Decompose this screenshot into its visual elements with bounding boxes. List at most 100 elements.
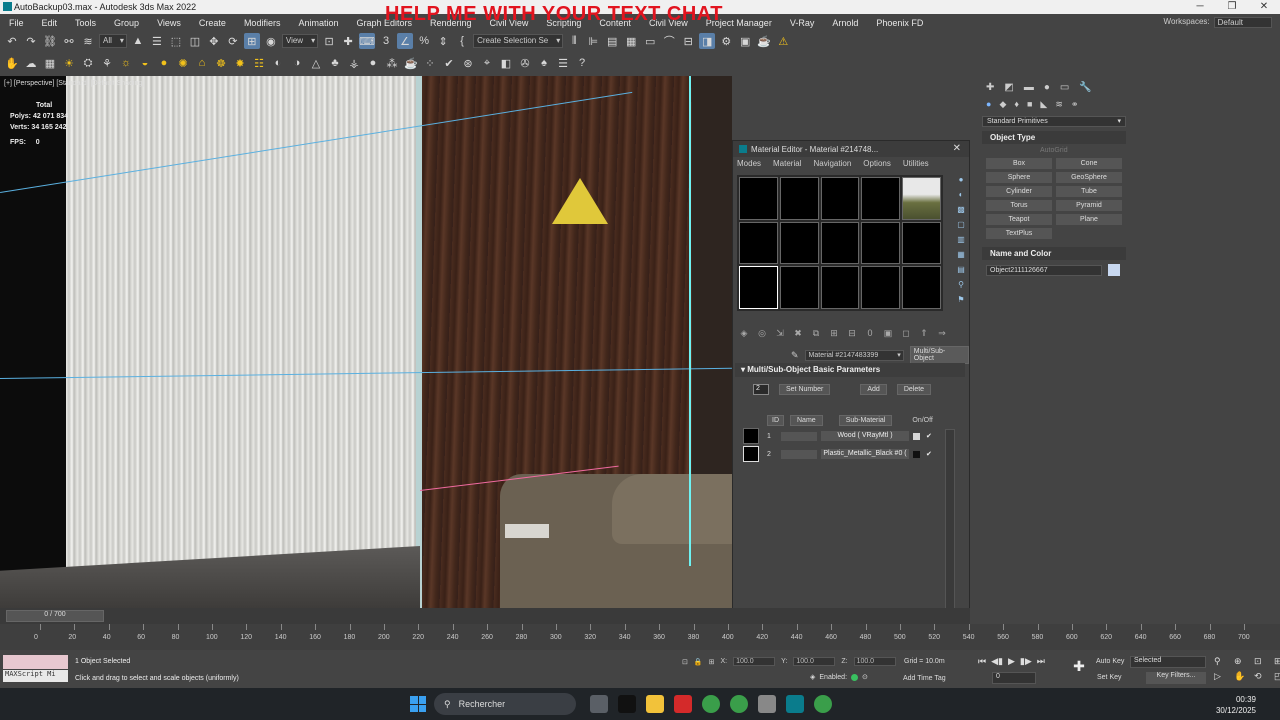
fur-icon[interactable]: ⚘ (99, 55, 115, 71)
submaterial-id[interactable]: 1 (767, 433, 781, 440)
plant-icon[interactable]: ⚶ (346, 55, 362, 71)
orbit-icon[interactable]: ⟲ (1254, 671, 1270, 682)
object-type-rollout[interactable]: Object Type (982, 131, 1126, 144)
menu-group[interactable]: Group (105, 18, 148, 28)
material-editor-titlebar[interactable]: Material Editor - Material #214748... ✕ (733, 141, 969, 157)
layer-explorer-icon[interactable]: ▦ (623, 33, 639, 49)
display-tab-icon[interactable]: ▭ (1060, 82, 1069, 93)
unlink-icon[interactable]: ⚯ (61, 33, 77, 49)
me-menu-options[interactable]: Options (863, 159, 891, 169)
menu-phoenix-fd[interactable]: Phoenix FD (867, 18, 932, 28)
sample-slot[interactable] (902, 221, 941, 265)
put-to-library-icon[interactable]: ⊟ (845, 328, 859, 340)
angle-snap-icon[interactable]: ∠ (397, 33, 414, 49)
sample-slot[interactable] (861, 177, 901, 220)
menu-animation[interactable]: Animation (289, 18, 347, 28)
time-slider-thumb[interactable]: 0 / 700 (6, 610, 104, 622)
me-menu-navigation[interactable]: Navigation (813, 159, 851, 169)
track-bar[interactable]: 0 20 40 60 80 100 120 140 160 180 200 220 240 260 280 3… (0, 624, 1280, 650)
mesh-light-icon[interactable]: ☸ (213, 55, 229, 71)
ambient-light-icon[interactable]: ⌂ (194, 55, 210, 71)
material-id-channel-icon[interactable]: 0 (863, 328, 877, 340)
mirror-icon[interactable]: ⫴ (566, 33, 582, 49)
proxy-icon[interactable]: ⛭ (80, 55, 96, 71)
keyboard-shortcut-icon[interactable]: ⌨ (359, 33, 376, 49)
me-menu-modes[interactable]: Modes (737, 159, 761, 169)
selection-set-dropdown[interactable]: Selected (1130, 656, 1206, 668)
rendered-frame-icon[interactable]: ▣ (737, 33, 753, 49)
vfb-icon[interactable]: ◧ (498, 55, 514, 71)
time-tag-icon[interactable]: ⊙ (862, 673, 868, 681)
maxscript-listener-input[interactable] (3, 655, 68, 669)
sort-by-id-button[interactable]: ID (767, 414, 784, 426)
render-setup-icon[interactable]: ⚙ (718, 33, 734, 49)
current-frame-field[interactable]: 0 (992, 672, 1036, 684)
next-frame-icon[interactable]: ▮▶ (1020, 656, 1032, 667)
menu-edit[interactable]: Edit (33, 18, 67, 28)
menu-create[interactable]: Create (190, 18, 235, 28)
me-menu-utilities[interactable]: Utilities (903, 159, 929, 169)
tree-icon[interactable]: ♠ (536, 55, 552, 71)
sort-by-submaterial-button[interactable]: Sub-Material (838, 414, 893, 426)
sphere-light-icon[interactable]: ● (156, 55, 172, 71)
select-by-name-icon[interactable]: ☰ (149, 33, 165, 49)
select-by-material-icon[interactable]: ⚲ (956, 280, 966, 292)
multi-sub-rollout-header[interactable]: ▾ Multi/Sub-Object Basic Parameters (735, 363, 965, 377)
spacewarps-icon[interactable]: ≋ (1055, 99, 1063, 110)
move-icon[interactable]: ✥ (206, 33, 222, 49)
material-name-field[interactable]: Material #2147483399 (804, 349, 904, 361)
helpers-icon[interactable]: ◣ (1040, 99, 1047, 110)
material-navigator-icon[interactable]: ⚑ (956, 295, 966, 307)
menu-arnold[interactable]: Arnold (823, 18, 867, 28)
options-icon[interactable]: ▤ (956, 265, 966, 277)
go-to-start-icon[interactable]: ⏮ (978, 656, 986, 667)
systems-icon[interactable]: ⚭ (1071, 99, 1079, 110)
video-color-icon[interactable]: ▥ (956, 235, 966, 247)
menu-modifiers[interactable]: Modifiers (235, 18, 290, 28)
ies-light-icon[interactable]: ✺ (175, 55, 191, 71)
assign-to-selection-icon[interactable]: ⇲ (773, 328, 787, 340)
system-clock[interactable]: 00:39 30/12/2025 (1216, 694, 1256, 716)
modify-tab-icon[interactable]: ◩ (1004, 82, 1013, 93)
set-key-button[interactable]: Set Key (1097, 674, 1122, 681)
vray-logo-icon[interactable]: ✔ (441, 55, 457, 71)
submaterial-button[interactable]: Plastic_Metallic_Black #0 ( (821, 449, 909, 459)
select-object-icon[interactable]: ▲ (130, 33, 146, 49)
menu-views[interactable]: Views (148, 18, 190, 28)
cone-button[interactable]: Cone (1056, 158, 1122, 169)
enabled-indicator-icon[interactable] (851, 673, 859, 681)
perspective-viewport[interactable]: [+] [Perspective] [Standard] [Default Sh… (0, 76, 732, 608)
sample-slot-active[interactable] (739, 266, 778, 309)
eyedropper-icon[interactable]: ✎ (791, 350, 799, 361)
submaterial-color-swatch[interactable] (913, 450, 920, 458)
rect-selection-icon[interactable]: ⬚ (168, 33, 184, 49)
file-explorer-icon[interactable] (646, 695, 664, 713)
material-type-button[interactable]: Multi/Sub-Object (909, 346, 969, 364)
set-key-icon[interactable]: ✚ (1068, 658, 1090, 680)
light-lister-icon[interactable]: ☷ (251, 55, 267, 71)
autogrid-checkbox[interactable]: AutoGrid (980, 144, 1128, 154)
sample-slot[interactable] (779, 177, 819, 220)
submaterial-name-field[interactable] (781, 431, 817, 441)
sample-slot[interactable] (779, 266, 819, 309)
motion-tab-icon[interactable]: ● (1044, 82, 1050, 93)
undo-icon[interactable]: ↶ (4, 33, 20, 49)
me-menu-material[interactable]: Material (773, 159, 801, 169)
create-tab-icon[interactable]: ✚ (986, 82, 994, 93)
tiktok-icon[interactable] (618, 695, 636, 713)
backlight-icon[interactable]: ◐ (956, 190, 966, 202)
cloud-icon[interactable]: ☁ (23, 55, 39, 71)
chrome-alt-icon[interactable] (814, 695, 832, 713)
maxscript-label[interactable]: MAXScript Mi (3, 670, 68, 682)
cylinder-button[interactable]: Cylinder (986, 186, 1052, 197)
time-slider[interactable]: 0 / 700 (0, 608, 970, 624)
make-preview-icon[interactable]: ▦ (956, 250, 966, 262)
textplus-button[interactable]: TextPlus (986, 228, 1052, 239)
name-color-rollout[interactable]: Name and Color (982, 247, 1126, 260)
cameras-icon[interactable]: ■ (1027, 99, 1032, 110)
ribbon-icon[interactable]: ▭ (642, 33, 658, 49)
submaterial-swatch[interactable] (743, 446, 759, 462)
triangle-icon[interactable]: △ (308, 55, 324, 71)
object-name-field[interactable]: Object2111126667 (986, 264, 1102, 276)
hierarchy-tab-icon[interactable]: ▬ (1024, 82, 1034, 93)
